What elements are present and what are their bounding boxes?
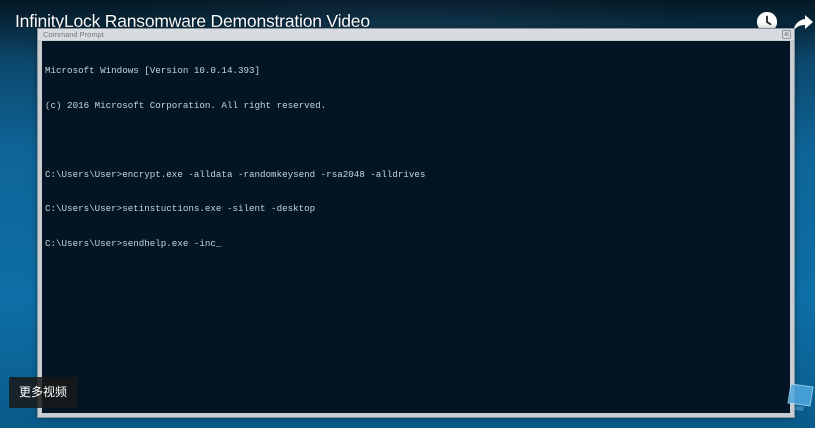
close-icon[interactable]: ⊗ [782, 30, 791, 39]
window-title: Command Prompt [43, 30, 104, 39]
console-line: C:\Users\User>setinstuctions.exe -silent… [45, 203, 316, 214]
command-prompt-window: Command Prompt ⊗ Microsoft Windows [Vers… [37, 28, 795, 418]
share-button[interactable] [792, 12, 814, 34]
console-line: C:\Users\User>encrypt.exe -alldata -rand… [45, 168, 426, 180]
console-line: (c) 2016 Microsoft Corporation. All righ… [45, 99, 327, 111]
monitor-icon [787, 383, 814, 411]
window-titlebar: Command Prompt ⊗ [38, 29, 794, 40]
console-line: C:\Users\User>sendhelp.exe -inc_ [45, 237, 222, 249]
more-videos-button[interactable]: 更多视频 [9, 377, 77, 408]
console-body[interactable]: Microsoft Windows [Version 10.0.14.393] … [42, 41, 790, 413]
console-line: Microsoft Windows [Version 10.0.14.393] [45, 65, 261, 76]
console-output: Microsoft Windows [Version 10.0.14.393] … [45, 42, 425, 272]
share-arrow-icon [793, 15, 813, 32]
